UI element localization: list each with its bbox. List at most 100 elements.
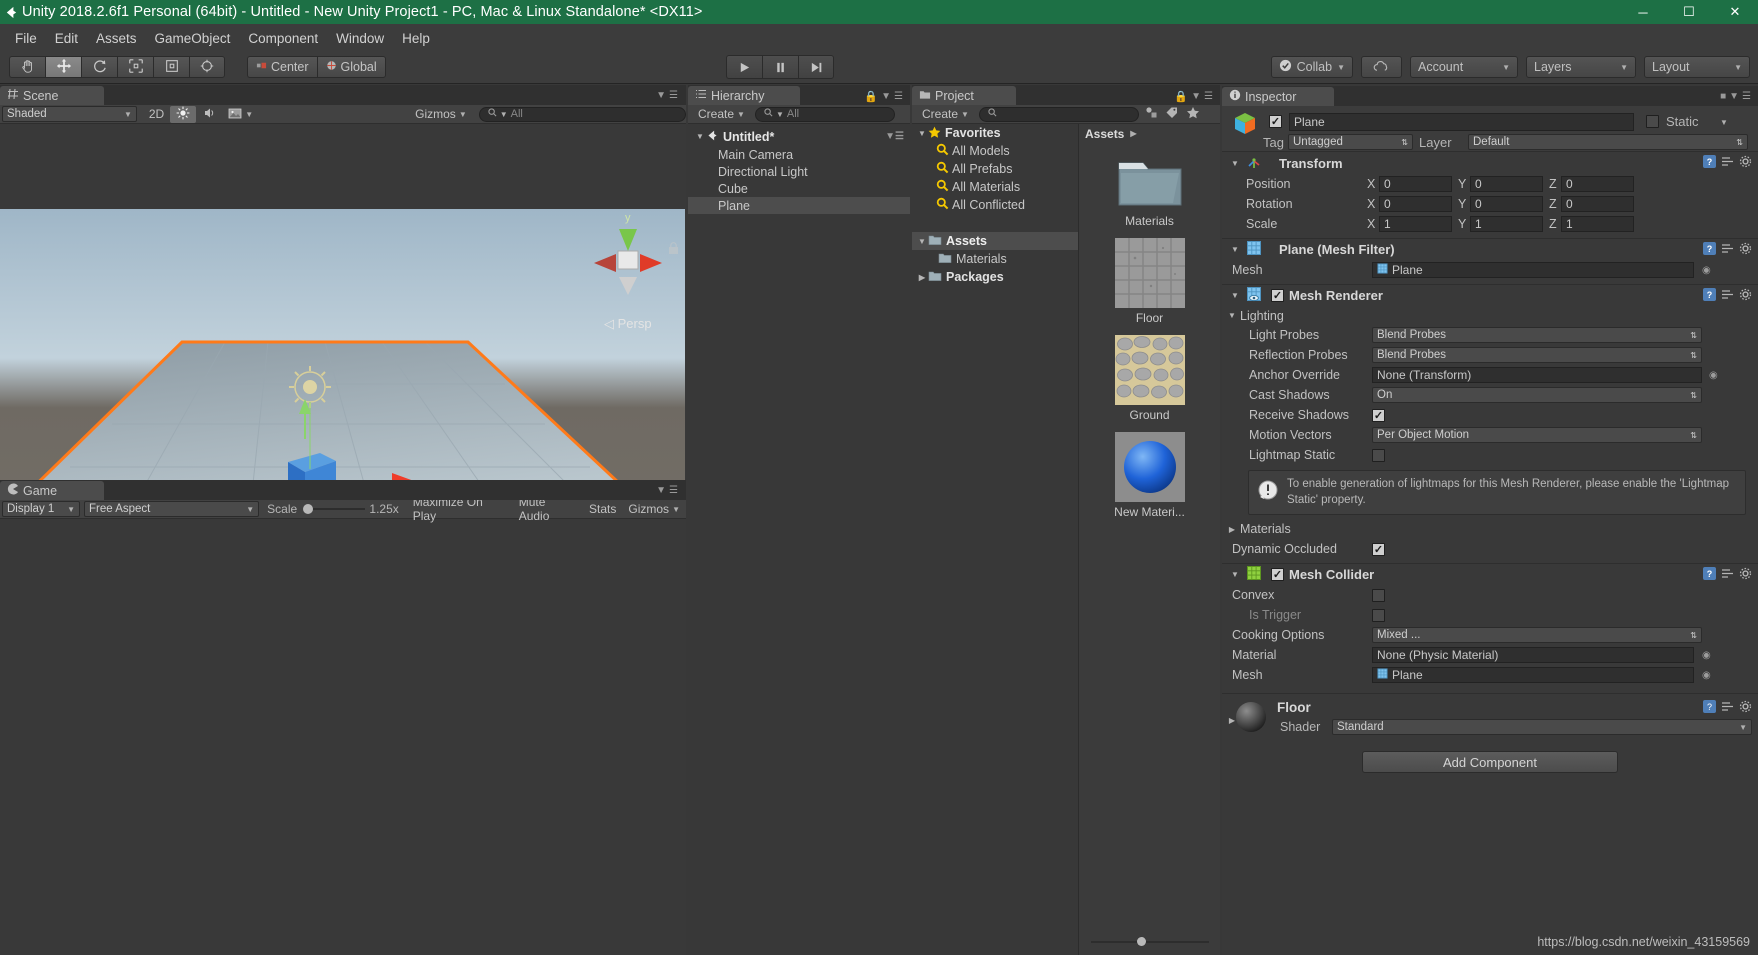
preset-icon[interactable]	[1721, 288, 1734, 304]
materials-foldout[interactable]: ▶ Materials	[1222, 519, 1758, 539]
rotation-z-input[interactable]: 0	[1561, 196, 1634, 212]
gear-icon[interactable]	[1739, 288, 1752, 304]
object-enabled-checkbox[interactable]: ✓	[1269, 115, 1282, 128]
maximize-button[interactable]: ☐	[1666, 0, 1712, 24]
chevron-right-icon[interactable]: ▶	[1226, 525, 1238, 534]
asset-item-materials[interactable]: Materials	[1079, 153, 1220, 228]
asset-size-slider[interactable]	[1079, 937, 1221, 947]
project-tree-all-conflicted[interactable]: All Conflicted	[912, 196, 1078, 214]
component-header-mesh-filter[interactable]: ▼ Plane (Mesh Filter) ?	[1222, 238, 1758, 260]
gear-icon[interactable]	[1739, 567, 1752, 583]
chevron-down-icon[interactable]: ▼	[1229, 291, 1241, 300]
gizmos-dropdown[interactable]: Gizmos ▼	[409, 106, 473, 123]
project-breadcrumb[interactable]: Assets ▶	[1079, 124, 1220, 143]
rotation-y-input[interactable]: 0	[1470, 196, 1543, 212]
hierarchy-item-main-camera[interactable]: Main Camera	[688, 146, 910, 163]
tab-hierarchy[interactable]: Hierarchy	[688, 86, 800, 105]
preset-icon[interactable]	[1721, 155, 1734, 171]
lock-icon[interactable]: 🔒	[864, 90, 878, 103]
position-x-input[interactable]: 0	[1379, 176, 1452, 192]
chevron-down-icon[interactable]: ▼	[916, 129, 928, 138]
lightmap-static-checkbox[interactable]	[1372, 448, 1385, 462]
menu-component[interactable]: Component	[239, 28, 327, 49]
tab-game[interactable]: Game	[0, 481, 104, 500]
project-panel-menu[interactable]: 🔒 ▼ ☰	[1174, 90, 1213, 103]
cooking-options-dropdown[interactable]: Mixed ... ⇅	[1372, 627, 1702, 644]
object-picker-icon[interactable]: ◉	[1702, 670, 1711, 681]
scale-z-input[interactable]: 1	[1561, 216, 1634, 232]
hierarchy-item-plane[interactable]: Plane	[688, 197, 910, 214]
lock-icon[interactable]: ■	[1720, 91, 1726, 102]
gear-icon[interactable]	[1739, 155, 1752, 171]
help-icon[interactable]: ?	[1703, 155, 1716, 171]
scene-context-menu-icon[interactable]: ▼☰	[885, 131, 904, 142]
chevron-down-icon[interactable]: ▼	[1229, 570, 1241, 579]
project-tree-materials[interactable]: Materials	[912, 250, 1078, 268]
menu-gameobject[interactable]: GameObject	[146, 28, 240, 49]
close-button[interactable]: ✕	[1712, 0, 1758, 24]
hierarchy-create-button[interactable]: Create ▼	[692, 106, 751, 123]
menu-edit[interactable]: Edit	[46, 28, 87, 49]
shading-mode-dropdown[interactable]: Shaded ▼	[2, 106, 137, 122]
mute-audio-button[interactable]: Mute Audio	[513, 495, 583, 523]
add-component-button[interactable]: Add Component	[1362, 751, 1618, 774]
asset-item-ground[interactable]: Ground	[1079, 335, 1220, 422]
position-y-input[interactable]: 0	[1470, 176, 1543, 192]
tab-inspector[interactable]: Inspector	[1222, 87, 1334, 106]
audio-toggle-button[interactable]	[196, 106, 222, 123]
project-create-button[interactable]: Create ▼	[916, 106, 975, 123]
pivot-rotation-button[interactable]: Global	[316, 56, 386, 78]
tab-project[interactable]: Project	[912, 86, 1016, 105]
chevron-down-icon[interactable]: ▼	[1229, 159, 1241, 168]
preset-icon[interactable]	[1721, 242, 1734, 258]
game-gizmos-dropdown[interactable]: Gizmos ▼	[622, 501, 686, 518]
scale-tool-button[interactable]	[117, 56, 153, 78]
favorite-star-icon[interactable]	[1186, 106, 1200, 122]
minimize-button[interactable]: ─	[1620, 0, 1666, 24]
reflection-probes-dropdown[interactable]: Blend Probes ⇅	[1372, 347, 1702, 363]
static-checkbox[interactable]	[1646, 115, 1659, 128]
component-header-transform[interactable]: ▼ Transform ?	[1222, 152, 1758, 174]
asset-item-floor[interactable]: Floor	[1079, 238, 1220, 325]
position-z-input[interactable]: 0	[1561, 176, 1634, 192]
label-filter-icon[interactable]	[1165, 106, 1179, 122]
layout-button[interactable]: Layout ▼	[1644, 56, 1750, 78]
project-tree-all-models[interactable]: All Models	[912, 142, 1078, 160]
gear-icon[interactable]	[1739, 242, 1752, 258]
project-search-input[interactable]	[978, 106, 1139, 122]
scale-x-input[interactable]: 1	[1379, 216, 1452, 232]
pause-button[interactable]	[762, 55, 798, 79]
hierarchy-panel-menu[interactable]: 🔒 ▼ ☰	[864, 90, 903, 103]
effects-toggle-button[interactable]: ▼	[222, 106, 259, 123]
chevron-down-icon[interactable]: ▼	[916, 237, 928, 246]
menu-file[interactable]: File	[6, 28, 46, 49]
mesh-renderer-enabled-checkbox[interactable]: ✓	[1271, 289, 1284, 302]
prefab-cube-icon[interactable]	[1232, 111, 1258, 140]
lighting-group-foldout[interactable]: ▼ Lighting	[1222, 306, 1758, 325]
scene-search-input[interactable]: ▼ All	[478, 106, 686, 122]
chevron-right-icon[interactable]: ▶	[916, 273, 928, 282]
preset-icon[interactable]	[1721, 700, 1734, 716]
hierarchy-search-input[interactable]: ▼ All	[754, 106, 895, 122]
project-tree-packages[interactable]: ▶ Packages	[912, 268, 1078, 286]
physic-material-field[interactable]: None (Physic Material)	[1372, 647, 1694, 664]
convex-checkbox[interactable]	[1372, 588, 1385, 602]
rect-tool-button[interactable]	[153, 56, 189, 78]
hand-tool-button[interactable]	[9, 56, 45, 78]
scale-slider[interactable]	[303, 503, 366, 515]
menu-window[interactable]: Window	[327, 28, 393, 49]
tag-dropdown[interactable]: Untagged ⇅	[1288, 134, 1413, 150]
object-picker-icon[interactable]: ◉	[1709, 370, 1718, 381]
gear-icon[interactable]	[1739, 700, 1752, 716]
help-icon[interactable]: ?	[1703, 700, 1716, 716]
hierarchy-item-directional-light[interactable]: Directional Light	[688, 163, 910, 180]
chevron-down-icon[interactable]: ▼	[694, 132, 706, 141]
chevron-down-icon[interactable]: ▼	[1226, 311, 1238, 320]
project-tree-assets[interactable]: ▼ Assets	[912, 232, 1078, 250]
object-name-input[interactable]: Plane	[1289, 113, 1634, 131]
asset-item-new-material[interactable]: New Materi...	[1079, 432, 1220, 519]
pivot-mode-button[interactable]: Center	[247, 56, 317, 78]
cast-shadows-dropdown[interactable]: On ⇅	[1372, 387, 1702, 403]
dynamic-occluded-checkbox[interactable]: ✓	[1372, 542, 1385, 556]
object-picker-icon[interactable]: ◉	[1702, 265, 1711, 276]
